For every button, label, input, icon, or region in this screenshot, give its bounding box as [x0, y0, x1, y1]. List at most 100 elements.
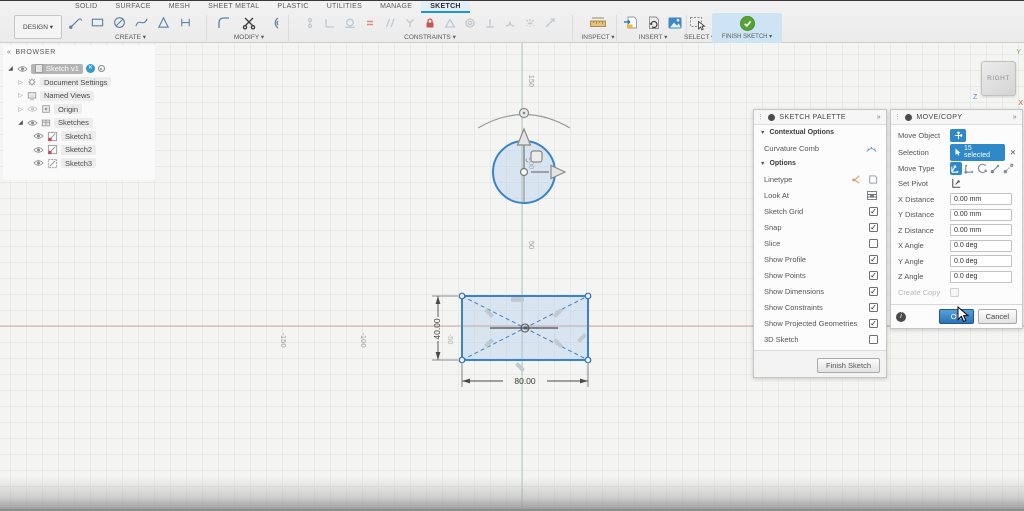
move-point-to-point-icon[interactable]: [990, 162, 1002, 175]
move-copy-header[interactable]: ⋮ MOVE/COPY »: [891, 110, 1022, 125]
sketch-grid-row[interactable]: Sketch Grid ✓: [754, 203, 886, 219]
move-rotate-icon[interactable]: [976, 162, 988, 175]
normal-linetype-icon[interactable]: [867, 174, 878, 185]
snap-checkbox[interactable]: ✓: [869, 223, 878, 232]
browser-collapse-icon[interactable]: «: [7, 49, 12, 56]
triangle-constraint-icon[interactable]: [444, 17, 456, 29]
slice-row[interactable]: Slice: [754, 235, 886, 251]
panel-grip-icon[interactable]: ⋮: [757, 113, 764, 121]
show-dimensions-row[interactable]: Show Dimensions ✓: [754, 283, 886, 299]
show-constraints-checkbox[interactable]: ✓: [869, 303, 878, 312]
perpendicular-constraint-icon[interactable]: [484, 17, 496, 29]
move-free-icon[interactable]: [950, 162, 962, 175]
equal-constraint-icon[interactable]: [364, 17, 376, 29]
show-projected-geometries-checkbox[interactable]: ✓: [869, 319, 878, 328]
info-icon[interactable]: i: [896, 312, 906, 322]
show-dimensions-checkbox[interactable]: ✓: [869, 287, 878, 296]
show-profile-checkbox[interactable]: ✓: [869, 255, 878, 264]
canvas-image-icon[interactable]: [667, 15, 683, 31]
linetype-row[interactable]: Linetype: [754, 171, 886, 187]
measure-tool-icon[interactable]: [589, 15, 607, 30]
move-translate-icon[interactable]: [963, 162, 975, 175]
x-angle-input[interactable]: [950, 240, 1012, 252]
select-group-label[interactable]: SELECT ▾: [684, 33, 710, 41]
tree-item-sketch1[interactable]: Sketch1: [3, 130, 155, 144]
sketch-palette-header[interactable]: ⋮ SKETCH PALETTE »: [754, 110, 886, 125]
show-points-row[interactable]: Show Points ✓: [754, 267, 886, 283]
curvature-comb-icon[interactable]: [865, 143, 878, 154]
insert-derive-icon[interactable]: [623, 15, 639, 31]
options-section[interactable]: ▼ Options: [754, 156, 886, 171]
x-distance-input[interactable]: [950, 193, 1012, 205]
insert-mesh-icon[interactable]: [645, 15, 661, 31]
viewcube[interactable]: Y RIGHT Z X: [973, 49, 1024, 107]
show-projected-geometries-row[interactable]: Show Projected Geometries ✓: [754, 315, 886, 331]
symmetry-constraint-icon[interactable]: [524, 17, 536, 29]
set-pivot-icon[interactable]: [950, 177, 963, 190]
finish-sketch-button[interactable]: FINISH SKETCH ▾: [712, 13, 782, 43]
circle-tool-icon[interactable]: [112, 15, 127, 30]
tab-solid[interactable]: SOLID: [66, 1, 107, 13]
move-point-to-position-icon[interactable]: [1003, 162, 1015, 175]
root-document-item[interactable]: Sketch v1: [31, 64, 83, 74]
curvature-constraint-icon[interactable]: [544, 17, 556, 29]
tab-sheet-metal[interactable]: SHEET METAL: [199, 1, 268, 13]
tree-item-sketches[interactable]: ◢ Sketches: [3, 116, 155, 130]
cancel-button[interactable]: Cancel: [978, 309, 1017, 324]
y-distance-input[interactable]: [950, 209, 1012, 221]
midpoint-constraint-icon[interactable]: [404, 17, 416, 29]
unsaved-status-icon[interactable]: ✕: [86, 64, 95, 73]
tree-item-origin[interactable]: ▷ Origin: [3, 103, 155, 117]
insert-group-label[interactable]: INSERT ▾: [622, 33, 684, 41]
create-copy-checkbox[interactable]: [950, 288, 959, 297]
spline-tool-icon[interactable]: [134, 15, 149, 30]
construction-linetype-icon[interactable]: [851, 174, 862, 185]
fix-lock-constraint-icon[interactable]: [424, 17, 436, 29]
look-at-icon[interactable]: [866, 190, 878, 201]
inspect-group-label[interactable]: INSPECT ▾: [578, 33, 618, 41]
slot-tool-icon[interactable]: [178, 15, 193, 30]
parallel-constraint-icon[interactable]: [384, 17, 396, 29]
show-points-checkbox[interactable]: ✓: [869, 271, 878, 280]
line-tool-icon[interactable]: [68, 15, 83, 30]
trim-tool-icon[interactable]: [241, 15, 257, 31]
visibility-eye-icon[interactable]: [17, 65, 28, 73]
look-at-row[interactable]: Look At: [754, 187, 886, 203]
tab-mesh[interactable]: MESH: [160, 1, 199, 13]
visibility-eye-icon[interactable]: [33, 146, 44, 154]
tree-item-sketch3[interactable]: Sketch3: [3, 157, 155, 171]
z-angle-input[interactable]: [950, 271, 1012, 283]
rectangle-tool-icon[interactable]: [90, 15, 105, 30]
activate-radio-icon[interactable]: [98, 65, 105, 72]
snap-row[interactable]: Snap ✓: [754, 219, 886, 235]
expand-triangle-icon[interactable]: ◢: [17, 119, 24, 126]
expand-triangle-icon[interactable]: ▷: [17, 79, 24, 86]
smooth-constraint-icon[interactable]: [504, 17, 516, 29]
panel-collapse-icon[interactable]: »: [877, 114, 881, 121]
create-group-label[interactable]: CREATE ▾: [68, 33, 193, 41]
visibility-eye-icon[interactable]: [27, 119, 38, 127]
viewcube-face[interactable]: RIGHT: [981, 61, 1016, 96]
tangent-constraint-icon[interactable]: [344, 17, 356, 29]
expand-triangle-icon[interactable]: ▷: [17, 92, 24, 99]
clear-selection-icon[interactable]: ✕: [1010, 148, 1016, 157]
constraints-group-label[interactable]: CONSTRAINTS ▾: [294, 33, 566, 41]
panel-grip-icon[interactable]: ⋮: [894, 113, 901, 121]
design-workspace-dropdown[interactable]: DESIGN ▾: [14, 15, 62, 39]
show-profile-row[interactable]: Show Profile ✓: [754, 251, 886, 267]
modify-group-label[interactable]: MODIFY ▾: [216, 33, 282, 41]
tab-plastic[interactable]: PLASTIC: [268, 1, 317, 13]
expand-triangle-icon[interactable]: ◢: [7, 65, 14, 72]
tree-item-sketch2[interactable]: Sketch2: [3, 143, 155, 157]
finish-sketch-palette-button[interactable]: Finish Sketch: [817, 358, 880, 373]
tab-surface[interactable]: SURFACE: [107, 1, 160, 13]
tab-manage[interactable]: MANAGE: [371, 1, 421, 13]
collinear-constraint-icon[interactable]: [324, 17, 336, 29]
y-angle-input[interactable]: [950, 255, 1012, 267]
slice-checkbox[interactable]: [869, 239, 878, 248]
concentric-constraint-icon[interactable]: [464, 17, 476, 29]
visibility-eye-icon[interactable]: [33, 132, 44, 140]
tree-root-row[interactable]: ◢ Sketch v1 ✕: [3, 62, 155, 76]
fillet-tool-icon[interactable]: [216, 15, 232, 31]
tab-sketch[interactable]: SKETCH: [421, 1, 470, 13]
